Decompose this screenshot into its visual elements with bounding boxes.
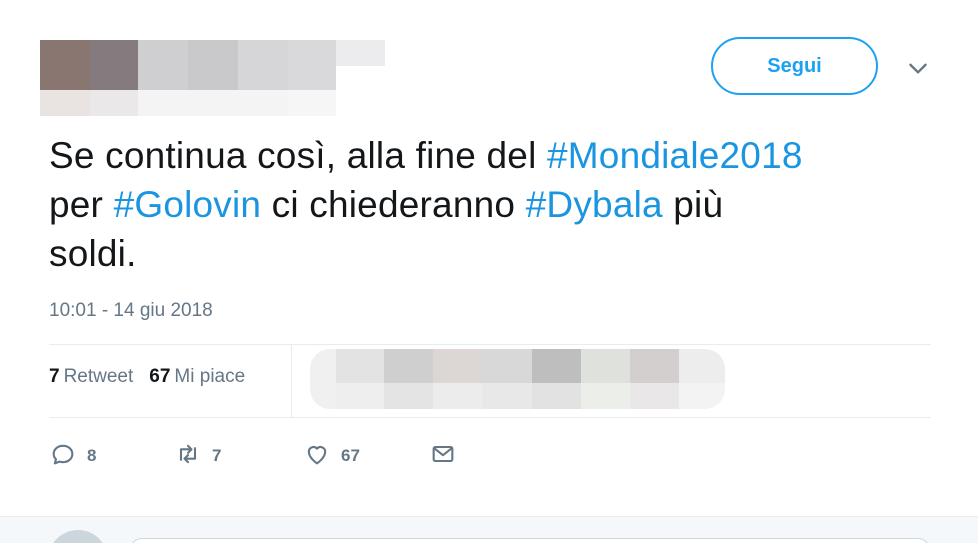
author-info-blurred[interactable] <box>40 40 385 116</box>
direct-message-action[interactable] <box>429 438 457 474</box>
heart-icon <box>303 440 331 473</box>
tweet-text-part: Se continua così, alla fine del <box>49 135 547 176</box>
likes-stat[interactable]: 67 Mi piace <box>149 366 245 388</box>
retweet-icon <box>174 440 202 473</box>
retweet-count: 7 <box>212 446 222 465</box>
tweet-text-part: soldi. <box>49 233 137 274</box>
reply-icon <box>49 440 77 473</box>
likes-label: Mi piace <box>174 366 246 387</box>
tweet-stats: 7 Retweet 67 Mi piace <box>49 366 245 388</box>
reply-action[interactable]: 8 <box>49 438 96 474</box>
tweet-timestamp[interactable]: 10:01 - 14 giu 2018 <box>49 300 213 322</box>
retweets-label: Retweet <box>63 366 134 387</box>
likes-count: 67 <box>149 366 171 387</box>
retweet-action[interactable]: 7 <box>174 438 221 474</box>
likers-avatars-blurred[interactable] <box>300 343 730 415</box>
chevron-down-icon[interactable] <box>905 55 931 81</box>
tweet-text: Se continua così, alla fine del #Mondial… <box>49 131 949 278</box>
tweet-text-part: per <box>49 184 114 225</box>
divider <box>49 417 931 418</box>
tweet-text-part: ci chiederanno <box>261 184 526 225</box>
retweets-stat[interactable]: 7 Retweet <box>49 366 133 388</box>
reply-count: 8 <box>87 446 97 465</box>
hashtag-link[interactable]: #Mondiale2018 <box>547 135 803 176</box>
tweet-text-part: più <box>662 184 724 225</box>
follow-button[interactable]: Segui <box>711 37 878 95</box>
reply-input[interactable] <box>130 538 930 543</box>
tweet-card: Segui Se continua così, alla fine del #M… <box>0 0 978 516</box>
retweets-count: 7 <box>49 366 60 387</box>
envelope-icon <box>429 440 457 473</box>
hashtag-link[interactable]: #Golovin <box>114 184 262 225</box>
like-count: 67 <box>341 446 360 465</box>
hashtag-link[interactable]: #Dybala <box>526 184 663 225</box>
stats-separator <box>291 344 292 417</box>
like-action[interactable]: 67 <box>303 438 360 474</box>
